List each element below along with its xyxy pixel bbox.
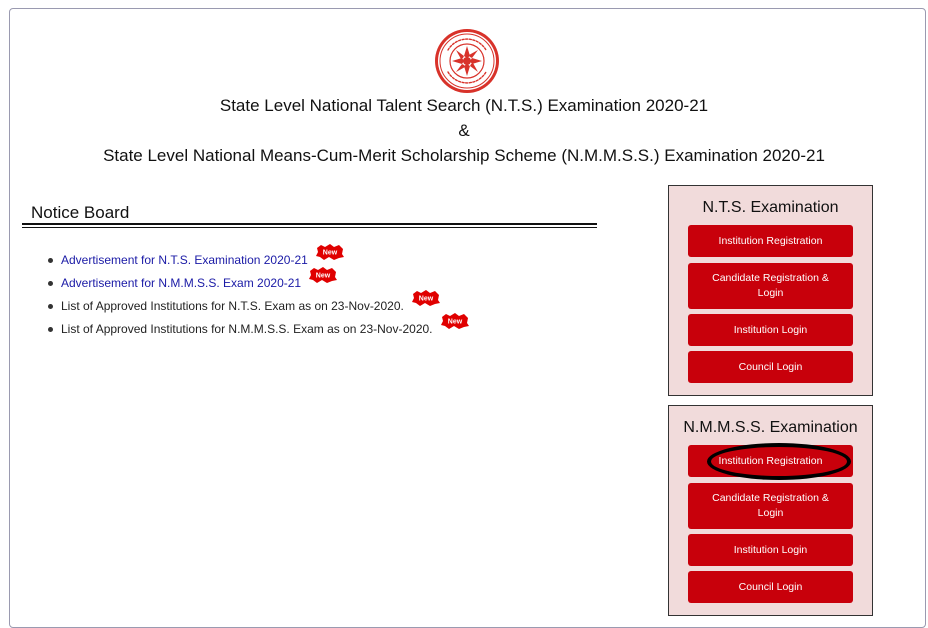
nts-panel-title: N.T.S. Examination (702, 199, 839, 216)
svg-text:New: New (323, 250, 338, 257)
nmmss-council-login-button[interactable]: Council Login (688, 571, 853, 603)
bullet-icon (48, 258, 53, 263)
notice-item: List of Approved Institutions for N.T.S.… (46, 290, 470, 321)
nts-institution-login-button[interactable]: Institution Login (688, 314, 853, 346)
nts-institution-registration-button[interactable]: Institution Registration (688, 225, 853, 257)
nts-candidate-registration-login-button[interactable]: Candidate Registration & Login (688, 263, 853, 309)
notice-board-heading: Notice Board (31, 203, 130, 222)
title-nmmss: State Level National Means-Cum-Merit Sch… (103, 146, 825, 165)
title-ampersand: & (458, 121, 470, 140)
new-badge-icon: New (412, 290, 441, 306)
svg-text:New: New (448, 319, 463, 326)
notice-item: Advertisement for N.M.M.S.S. Exam 2020-2… (46, 267, 470, 298)
nmmss-candidate-registration-login-button[interactable]: Candidate Registration & Login (688, 483, 853, 529)
bullet-icon (48, 304, 53, 309)
nmmss-panel-title: N.M.M.S.S. Examination (683, 419, 858, 436)
notice-divider (22, 223, 597, 225)
notice-text-nmmss-approved-institutions: List of Approved Institutions for N.M.M.… (61, 322, 433, 336)
title-nts: State Level National Talent Search (N.T.… (219, 96, 709, 115)
nmmss-institution-login-button[interactable]: Institution Login (688, 534, 853, 566)
new-badge-icon: New (440, 313, 469, 329)
notice-item: Advertisement for N.T.S. Examination 202… (46, 244, 470, 275)
nts-panel: N.T.S. Examination Institution Registrat… (668, 185, 873, 396)
nmmss-panel: N.M.M.S.S. Examination Institution Regis… (668, 405, 873, 616)
bullet-icon (48, 327, 53, 332)
new-badge-icon: New (316, 244, 345, 260)
notice-divider (22, 227, 597, 228)
notice-item: List of Approved Institutions for N.M.M.… (46, 313, 470, 344)
svg-text:New: New (316, 273, 331, 280)
bullet-icon (48, 281, 53, 286)
notice-link-nts-advertisement[interactable]: Advertisement for N.T.S. Examination 202… (61, 253, 308, 267)
svg-text:New: New (419, 296, 434, 303)
council-seal-logo (435, 29, 499, 93)
nts-council-login-button[interactable]: Council Login (688, 351, 853, 383)
new-badge-icon: New (309, 267, 338, 283)
notice-list: Advertisement for N.T.S. Examination 202… (46, 244, 470, 344)
notice-link-nmmss-advertisement[interactable]: Advertisement for N.M.M.S.S. Exam 2020-2… (61, 276, 301, 290)
nmmss-institution-registration-button[interactable]: Institution Registration (688, 445, 853, 477)
notice-text-nts-approved-institutions: List of Approved Institutions for N.T.S.… (61, 299, 404, 313)
